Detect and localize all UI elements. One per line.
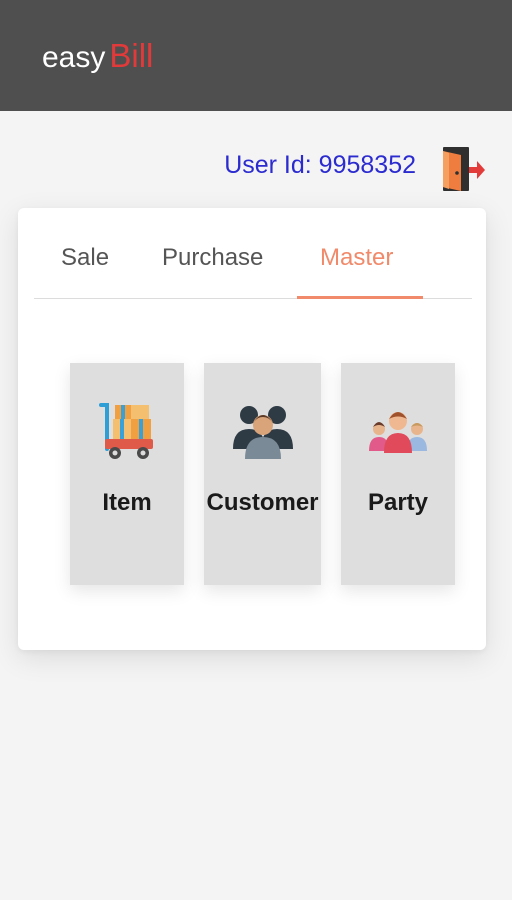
logout-door-icon [443, 147, 485, 191]
app-screen: easy Bill User Id: 9958352 Sale Purchase … [0, 0, 512, 900]
main-card: Sale Purchase Master Item Customer Party [18, 208, 486, 650]
user-id-text: User Id: 9958352 [224, 151, 416, 179]
user-row: User Id: 9958352 [0, 145, 512, 191]
cart-boxes-icon [99, 403, 153, 459]
party-people-icon [369, 412, 427, 453]
master-tiles: Item Customer Party [18, 208, 486, 650]
tile-customer-label: Customer [206, 489, 319, 516]
tile-item[interactable]: Item [70, 363, 184, 585]
brand-bill: Bill [109, 37, 154, 74]
tile-item-label: Item [102, 489, 152, 516]
brand-easy: easy [42, 41, 106, 74]
tile-customer[interactable]: Customer [204, 363, 321, 585]
tile-party[interactable]: Party [341, 363, 455, 585]
app-header: easy Bill [0, 0, 512, 111]
logout-button[interactable] [439, 145, 487, 193]
tile-party-label: Party [367, 489, 429, 516]
customer-group-icon [232, 406, 293, 459]
app-logo: easy Bill [42, 36, 153, 78]
